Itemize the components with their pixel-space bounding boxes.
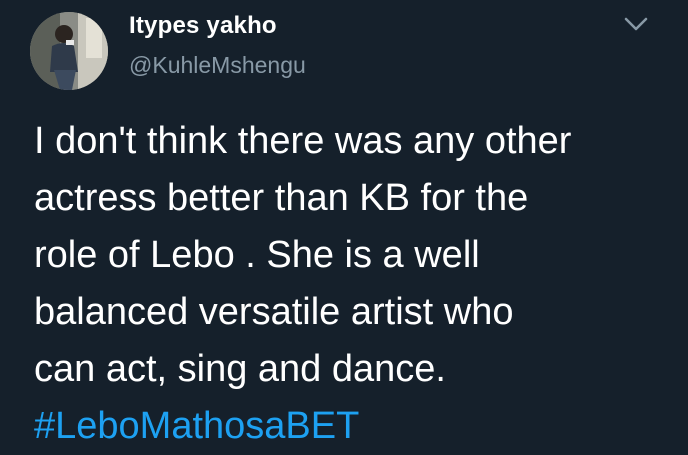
hashtag-link[interactable]: #LeboMathosaBET bbox=[34, 398, 674, 455]
tweet-text-line: I don't think there was any other bbox=[34, 120, 572, 162]
tweet-text-line: role of Lebo . She is a well bbox=[34, 234, 480, 276]
tweet-text-line: can act, sing and dance. bbox=[34, 348, 446, 390]
avatar-photo bbox=[30, 12, 108, 90]
avatar[interactable] bbox=[30, 12, 108, 90]
chevron-down-icon[interactable] bbox=[622, 14, 650, 34]
tweet-card: Itypes yakho @KuhleMshengu I don't think… bbox=[0, 0, 688, 447]
author-display-name[interactable]: Itypes yakho bbox=[129, 12, 277, 40]
tweet-text-line: actress better than KB for the bbox=[34, 177, 529, 219]
tweet-text: I don't think there was any other actres… bbox=[34, 113, 674, 455]
tweet-text-line: balanced versatile artist who bbox=[34, 291, 514, 333]
author-handle[interactable]: @KuhleMshengu bbox=[129, 52, 306, 79]
